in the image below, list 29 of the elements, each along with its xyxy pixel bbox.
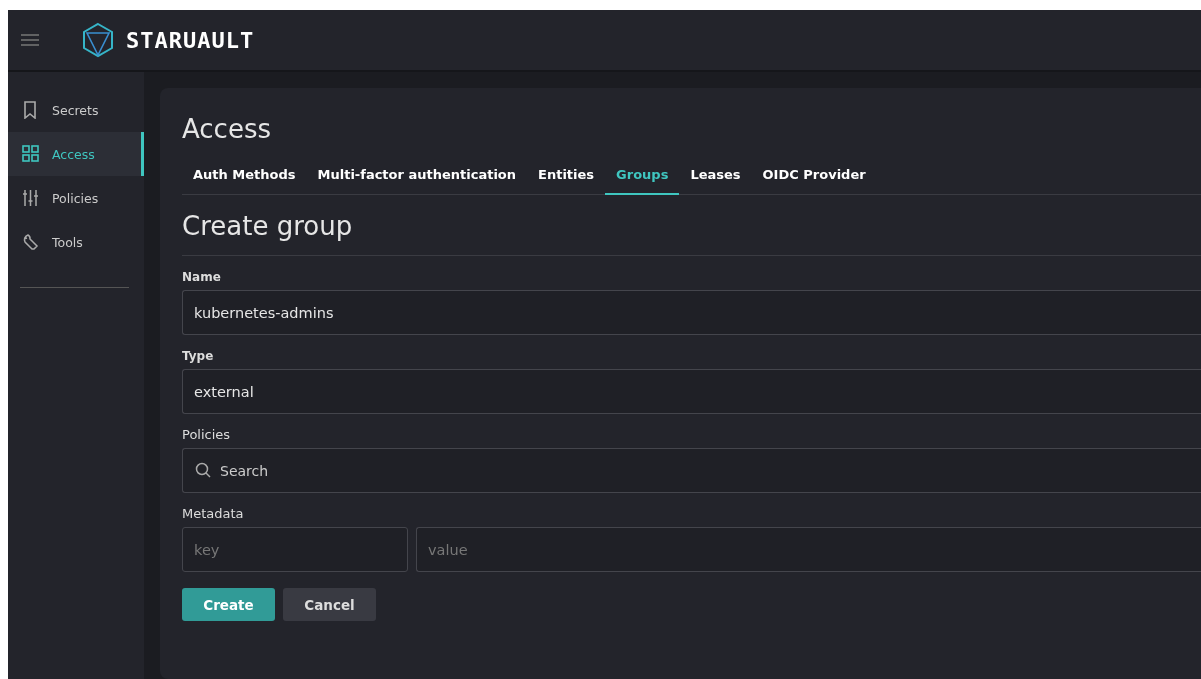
- page-title: Access: [182, 113, 272, 146]
- wrench-icon: [22, 233, 40, 251]
- cancel-button[interactable]: Cancel: [283, 588, 376, 621]
- tab[interactable]: Auth Methods: [182, 159, 307, 195]
- input-field[interactable]: external: [182, 369, 1201, 414]
- tab[interactable]: Groups: [605, 159, 680, 195]
- field-label: Policies: [182, 427, 231, 442]
- sidebar-item[interactable]: Secrets: [8, 88, 144, 132]
- key-field[interactable]: key: [182, 527, 408, 572]
- menu-icon[interactable]: [20, 33, 40, 47]
- search-field[interactable]: Search: [182, 448, 1201, 493]
- input-field[interactable]: kubernetes-admins: [182, 290, 1201, 335]
- form-title: Create group: [182, 209, 1201, 256]
- tab[interactable]: OIDC Provider: [751, 159, 877, 195]
- field-label: Name: [182, 270, 221, 284]
- hexagon-logo-icon: [82, 22, 114, 58]
- tab[interactable]: Multi-factor authentication: [306, 159, 528, 195]
- brand-name: STARUAULT: [126, 27, 255, 53]
- grid-icon: [22, 145, 40, 163]
- tab[interactable]: Leases: [679, 159, 752, 195]
- sliders-icon: [22, 189, 40, 207]
- tab[interactable]: Entities: [527, 159, 606, 195]
- field-label: Metadata: [182, 506, 244, 521]
- sidebar-item[interactable]: Tools: [8, 220, 144, 264]
- sidebar-item[interactable]: Access: [8, 132, 144, 176]
- sidebar-item[interactable]: Policies: [8, 176, 144, 220]
- value-field[interactable]: value: [416, 527, 1201, 572]
- search-icon: [195, 462, 211, 478]
- field-label: Type: [182, 349, 214, 363]
